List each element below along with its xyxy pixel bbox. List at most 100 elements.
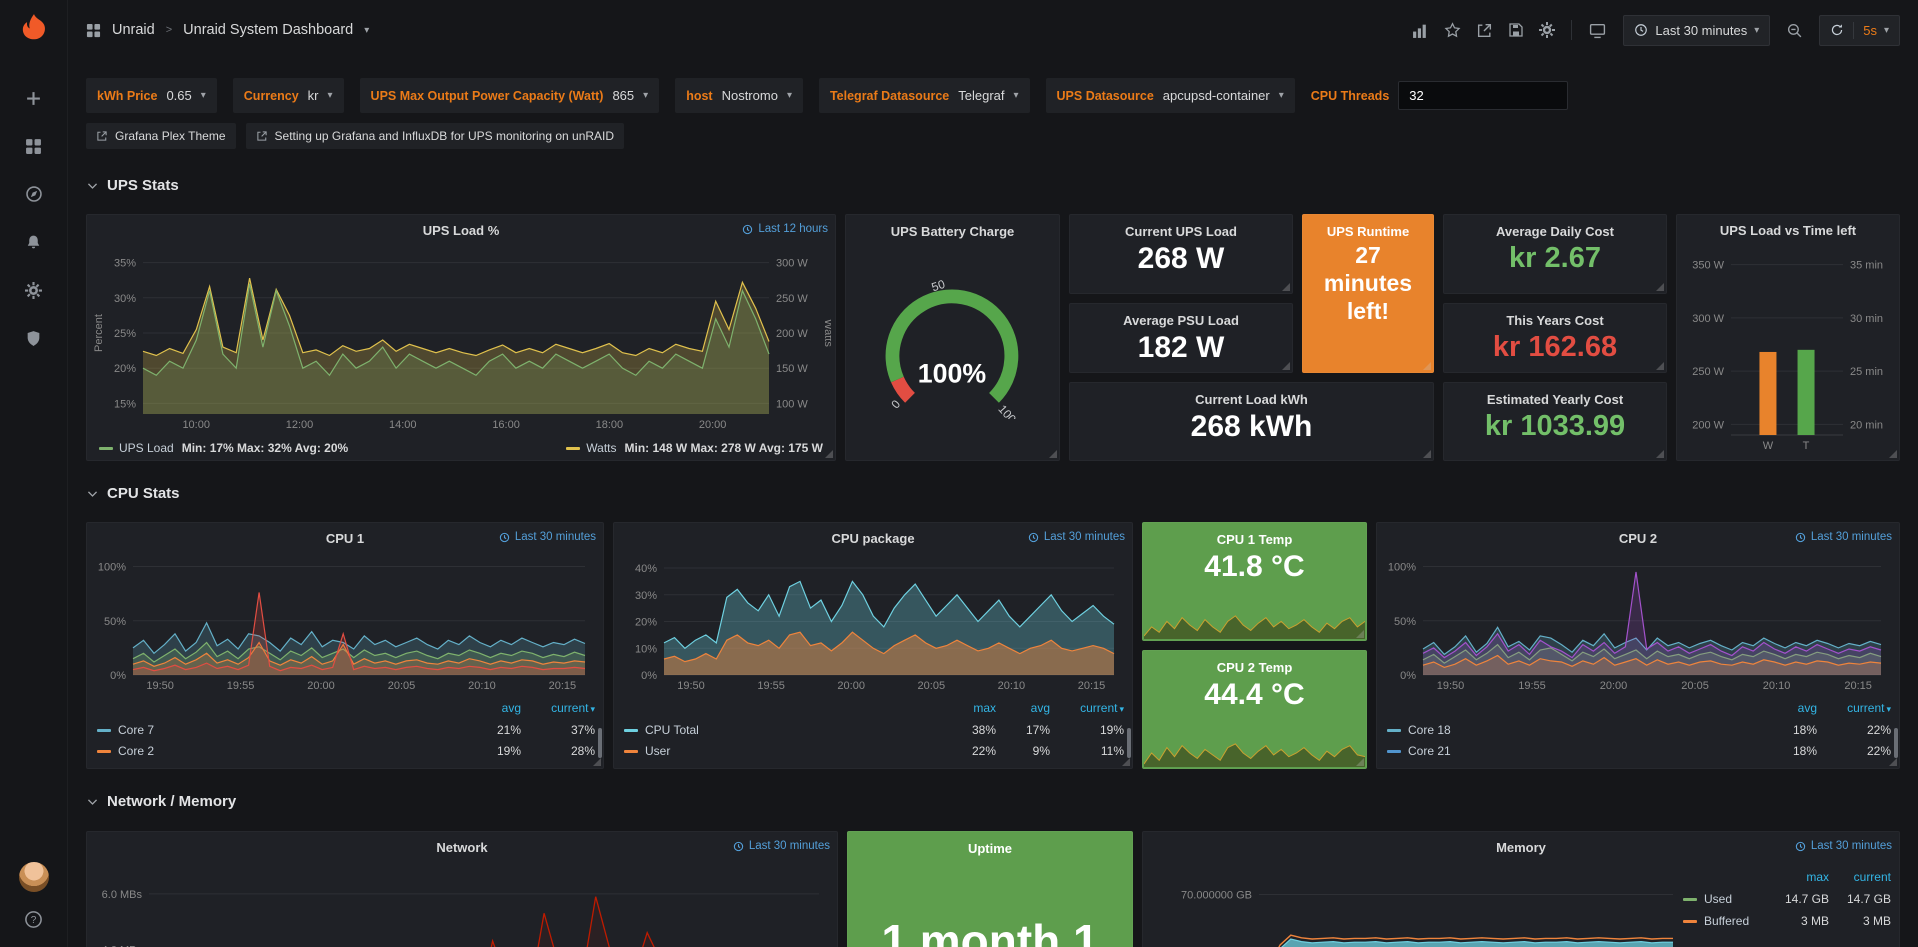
panel-resize-handle[interactable] bbox=[1049, 450, 1057, 458]
share-icon[interactable] bbox=[1476, 22, 1493, 39]
legend-series[interactable]: Core 18 bbox=[1387, 720, 1753, 741]
network-chart[interactable]: 2.0 MBs4.0 MBs6.0 MBs bbox=[91, 862, 833, 947]
legend-item[interactable]: Watts Min: 148 W Max: 278 W Avg: 175 W bbox=[566, 441, 823, 455]
create-icon[interactable] bbox=[11, 74, 57, 122]
breadcrumb-folder[interactable]: Unraid bbox=[112, 22, 155, 38]
panel-title[interactable]: CPU 1 bbox=[326, 531, 364, 546]
panel-resize-handle[interactable] bbox=[1656, 450, 1664, 458]
panel-resize-handle[interactable] bbox=[1889, 450, 1897, 458]
user-avatar[interactable] bbox=[19, 862, 49, 892]
star-icon[interactable] bbox=[1444, 22, 1461, 39]
zoom-out-icon[interactable] bbox=[1786, 22, 1803, 39]
server-admin-shield-icon[interactable] bbox=[11, 314, 57, 362]
legend-series[interactable]: Buffered bbox=[1683, 910, 1767, 932]
dashboards-icon[interactable] bbox=[11, 122, 57, 170]
apps-grid-icon[interactable] bbox=[86, 23, 101, 38]
panel-title[interactable]: Estimated Yearly Cost bbox=[1444, 392, 1666, 407]
legend-header[interactable]: max bbox=[936, 698, 996, 720]
legend-series[interactable]: Core 2 bbox=[97, 741, 457, 762]
panel-title[interactable]: Uptime bbox=[848, 841, 1132, 856]
chevron-down-icon[interactable]: ▾ bbox=[364, 25, 369, 36]
panel-resize-handle[interactable] bbox=[1423, 450, 1431, 458]
panel-title[interactable]: CPU 1 Temp bbox=[1143, 532, 1366, 547]
panel-resize-handle[interactable] bbox=[1356, 630, 1364, 638]
panel-resize-handle[interactable] bbox=[825, 450, 833, 458]
panel-uptime: Uptime 1 month 1 bbox=[847, 831, 1133, 947]
variable-telegraf-datasource[interactable]: Telegraf Datasource Telegraf ▾ bbox=[819, 78, 1030, 113]
legend-scrollbar[interactable] bbox=[598, 728, 602, 758]
svg-text:350 W: 350 W bbox=[1692, 260, 1724, 272]
dashboard-link-ups-guide[interactable]: Setting up Grafana and InfluxDB for UPS … bbox=[246, 123, 625, 149]
refresh-button[interactable]: 5s ▾ bbox=[1819, 15, 1900, 46]
help-icon[interactable]: ? bbox=[24, 910, 43, 929]
panel-resize-handle[interactable] bbox=[1282, 362, 1290, 370]
cycle-view-monitor-icon[interactable] bbox=[1588, 22, 1607, 39]
legend-header[interactable]: current bbox=[1829, 866, 1891, 888]
row-header-network-memory[interactable]: Network / Memory bbox=[86, 790, 1900, 812]
panel-title[interactable]: This Years Cost bbox=[1444, 313, 1666, 328]
row-header-ups-stats[interactable]: UPS Stats bbox=[86, 174, 1900, 196]
legend-item[interactable]: UPS Load Min: 17% Max: 32% Avg: 20% bbox=[99, 441, 348, 455]
series-color-swatch bbox=[1387, 729, 1401, 732]
time-picker-button[interactable]: Last 30 minutes ▾ bbox=[1623, 15, 1770, 46]
panel-resize-handle[interactable] bbox=[593, 758, 601, 766]
panel-resize-handle[interactable] bbox=[1122, 758, 1130, 766]
legend-series[interactable]: Core 7 bbox=[97, 720, 457, 741]
add-panel-icon[interactable] bbox=[1412, 22, 1429, 39]
panel-title[interactable]: CPU 2 Temp bbox=[1143, 660, 1366, 675]
legend-series[interactable]: Used bbox=[1683, 888, 1767, 910]
configuration-gear-icon[interactable] bbox=[11, 266, 57, 314]
explore-icon[interactable] bbox=[11, 170, 57, 218]
panel-title[interactable]: UPS Load % bbox=[423, 223, 500, 238]
panel-title[interactable]: CPU package bbox=[831, 531, 914, 546]
legend-header[interactable]: max bbox=[1767, 866, 1829, 888]
panel-title[interactable]: UPS Load vs Time left bbox=[1720, 223, 1856, 238]
cpu-package-chart[interactable]: 0%10%20%30%40%19:5019:5520:0020:0520:102… bbox=[618, 553, 1128, 694]
memory-chart[interactable]: 50.000000 GB60.000000 GB70.000000 GB bbox=[1147, 862, 1683, 947]
legend-header[interactable]: avg bbox=[1753, 698, 1817, 720]
dashboard-link-plex-theme[interactable]: Grafana Plex Theme bbox=[86, 123, 236, 149]
variable-ups-max-output[interactable]: UPS Max Output Power Capacity (Watt) 865… bbox=[360, 78, 660, 113]
variable-host[interactable]: host Nostromo ▾ bbox=[675, 78, 803, 113]
cpu-threads-input[interactable] bbox=[1398, 81, 1568, 110]
variable-currency[interactable]: Currency kr ▾ bbox=[233, 78, 344, 113]
variable-kwh-price[interactable]: kWh Price 0.65 ▾ bbox=[86, 78, 217, 113]
panel-title[interactable]: UPS Battery Charge bbox=[846, 224, 1059, 239]
ups-load-chart[interactable]: 15%20%25%30%35%100 W150 W200 W250 W300 W… bbox=[91, 245, 831, 433]
legend-scrollbar[interactable] bbox=[1127, 728, 1131, 758]
legend-header[interactable]: current▾ bbox=[1817, 698, 1891, 720]
alerting-bell-icon[interactable] bbox=[11, 218, 57, 266]
panel-title[interactable]: UPS Runtime bbox=[1303, 224, 1433, 239]
legend-series[interactable]: CPU Total bbox=[624, 720, 936, 741]
variable-ups-datasource[interactable]: UPS Datasource apcupsd-container ▾ bbox=[1046, 78, 1295, 113]
save-icon[interactable] bbox=[1508, 22, 1524, 38]
panel-resize-handle[interactable] bbox=[1282, 283, 1290, 291]
panel-resize-handle[interactable] bbox=[1423, 362, 1431, 370]
legend-header[interactable]: current▾ bbox=[521, 698, 595, 720]
panel-title[interactable]: Average PSU Load bbox=[1070, 313, 1292, 328]
row-header-cpu-stats[interactable]: CPU Stats bbox=[86, 482, 1900, 504]
dashboard-settings-gear-icon[interactable] bbox=[1539, 22, 1555, 38]
panel-title[interactable]: Network bbox=[436, 840, 487, 855]
ups-bars-chart[interactable]: 200 W250 W300 W350 W20 min25 min30 min35… bbox=[1679, 247, 1897, 454]
legend-series[interactable]: User bbox=[624, 741, 936, 762]
panel-title[interactable]: Current Load kWh bbox=[1070, 392, 1433, 407]
legend-header[interactable]: avg bbox=[457, 698, 521, 720]
panel-title[interactable]: Current UPS Load bbox=[1070, 224, 1292, 239]
legend-series[interactable]: Core 21 bbox=[1387, 741, 1753, 762]
panel-resize-handle[interactable] bbox=[1889, 758, 1897, 766]
panel-title[interactable]: Memory bbox=[1496, 840, 1546, 855]
panel-resize-handle[interactable] bbox=[1356, 758, 1364, 766]
panel-title[interactable]: CPU 2 bbox=[1619, 531, 1657, 546]
legend-header[interactable]: current▾ bbox=[1050, 698, 1124, 720]
panel-resize-handle[interactable] bbox=[1656, 283, 1664, 291]
svg-text:20:10: 20:10 bbox=[468, 680, 496, 692]
legend-scrollbar[interactable] bbox=[1894, 728, 1898, 758]
panel-title[interactable]: Average Daily Cost bbox=[1444, 224, 1666, 239]
cpu1-chart[interactable]: 0%50%100%19:5019:5520:0020:0520:1020:15 bbox=[91, 553, 599, 694]
panel-resize-handle[interactable] bbox=[1656, 362, 1664, 370]
cpu2-chart[interactable]: 0%50%100%19:5019:5520:0020:0520:1020:15 bbox=[1381, 553, 1895, 694]
grafana-logo[interactable] bbox=[17, 12, 51, 46]
legend-header[interactable]: avg bbox=[996, 698, 1050, 720]
dashboard-title[interactable]: Unraid System Dashboard bbox=[183, 22, 353, 38]
